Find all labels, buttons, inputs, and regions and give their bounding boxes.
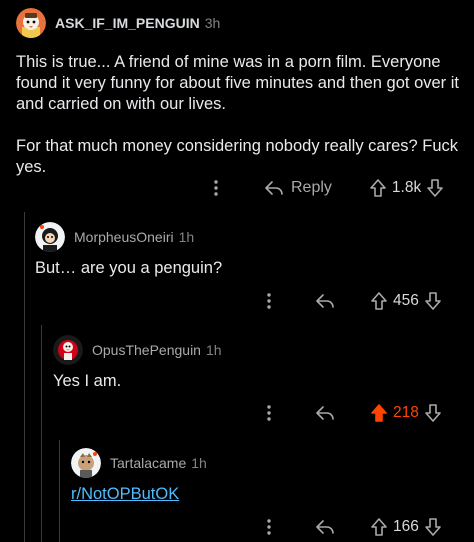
more-options-button[interactable] — [256, 519, 282, 535]
reply-arrow-icon — [265, 181, 283, 195]
comment-paragraph: Yes I am. — [53, 372, 122, 390]
thread-line-level-2 — [41, 325, 42, 542]
comment-header: ASK_IF_IM_PENGUIN 3h — [16, 8, 474, 38]
comment-author[interactable]: MorpheusOneiri — [74, 229, 174, 245]
reply-arrow-icon — [316, 520, 334, 534]
comment-actions: 166 — [256, 512, 441, 542]
comment-body: r/NotOPButOK — [71, 484, 474, 505]
reply-button[interactable] — [316, 406, 334, 420]
comment-author[interactable]: OpusThePenguin — [92, 342, 201, 358]
avatar[interactable] — [16, 8, 46, 38]
downvote-arrow-icon — [425, 292, 441, 310]
vote-score: 1.8k — [391, 179, 422, 196]
reply-button[interactable] — [316, 520, 334, 534]
comment-body: But… are you a penguin? — [35, 258, 474, 279]
comment-author[interactable]: ASK_IF_IM_PENGUIN — [55, 15, 200, 31]
more-vertical-icon — [267, 405, 271, 421]
comment-actions: 218 — [256, 398, 441, 428]
downvote-arrow-icon — [425, 404, 441, 422]
downvote-button[interactable] — [425, 518, 441, 536]
avatar[interactable] — [35, 222, 65, 252]
comment: MorpheusOneiri 1h But… are you a penguin… — [35, 222, 474, 279]
more-vertical-icon — [267, 519, 271, 535]
reply-button[interactable]: Reply — [265, 179, 332, 197]
upvote-arrow-icon — [370, 179, 386, 197]
thread-line-level-3 — [59, 440, 60, 542]
comment-age: 3h — [204, 15, 221, 31]
avatar[interactable] — [53, 335, 83, 365]
reply-label: Reply — [291, 179, 332, 196]
upvote-arrow-icon — [371, 404, 387, 422]
more-options-button[interactable] — [203, 180, 229, 196]
upvote-arrow-icon — [371, 292, 387, 310]
vote-score: 218 — [393, 404, 419, 421]
upvote-button[interactable] — [371, 404, 387, 422]
reply-button[interactable] — [316, 294, 334, 308]
upvote-button[interactable] — [371, 292, 387, 310]
downvote-button[interactable] — [427, 179, 444, 197]
more-vertical-icon — [267, 293, 271, 309]
comment-paragraph: For that much money considering nobody r… — [16, 137, 459, 176]
thread-line-level-1 — [24, 212, 25, 542]
more-options-button[interactable] — [256, 293, 282, 309]
comment-body: This is true... A friend of mine was in … — [16, 52, 461, 178]
downvote-button[interactable] — [425, 404, 441, 422]
vote-score: 456 — [393, 292, 419, 309]
comment-actions: Reply 1.8k — [203, 173, 444, 203]
comment-header: MorpheusOneiri 1h — [35, 222, 474, 252]
vote-score: 166 — [393, 518, 419, 535]
upvote-button[interactable] — [370, 179, 386, 197]
more-options-button[interactable] — [256, 405, 282, 421]
downvote-arrow-icon — [427, 179, 444, 197]
comment-age: 1h — [191, 455, 207, 471]
comment-paragraph: This is true... A friend of mine was in … — [16, 53, 460, 113]
comment-actions: 456 — [256, 286, 441, 316]
more-vertical-icon — [214, 180, 218, 196]
upvote-arrow-icon — [371, 518, 387, 536]
comment-age: 1h — [178, 229, 195, 245]
comment-header: OpusThePenguin 1h — [53, 335, 474, 365]
subreddit-link[interactable]: r/NotOPButOK — [71, 485, 179, 503]
comment: ASK_IF_IM_PENGUIN 3h This is true... A f… — [16, 8, 474, 178]
reply-arrow-icon — [316, 294, 334, 308]
upvote-button[interactable] — [371, 518, 387, 536]
comment-author[interactable]: Tartalacame — [110, 455, 186, 471]
avatar[interactable] — [71, 448, 101, 478]
comment-paragraph: But… are you a penguin? — [35, 259, 223, 277]
comment: Tartalacame 1h r/NotOPButOK — [71, 448, 474, 505]
reply-arrow-icon — [316, 406, 334, 420]
comment-header: Tartalacame 1h — [71, 448, 474, 478]
comment: OpusThePenguin 1h Yes I am. — [53, 335, 474, 392]
downvote-button[interactable] — [425, 292, 441, 310]
downvote-arrow-icon — [425, 518, 441, 536]
comment-body: Yes I am. — [53, 371, 474, 392]
comment-age: 1h — [205, 342, 222, 358]
